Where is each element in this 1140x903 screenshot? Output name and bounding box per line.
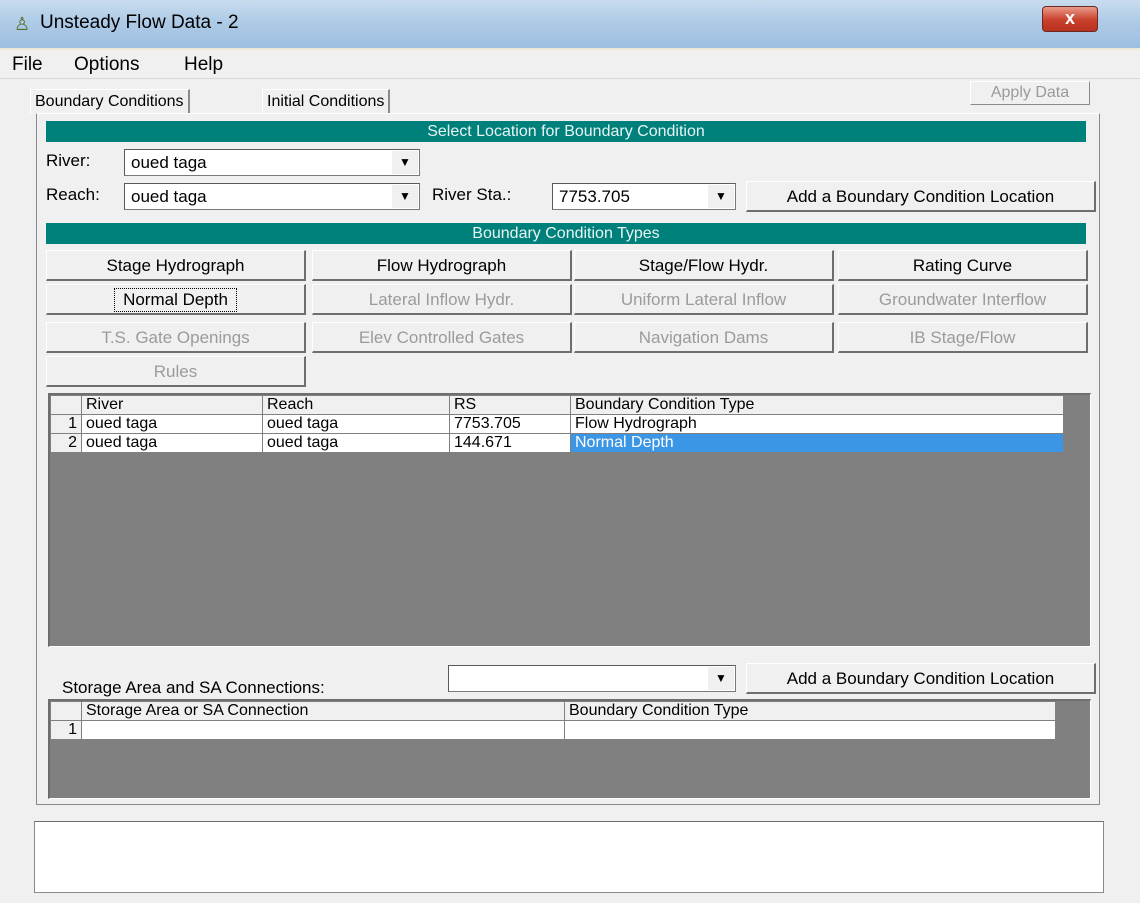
hec-ras-app-icon: ♙ (14, 14, 31, 34)
normal-depth-button[interactable]: Normal Depth (46, 284, 306, 315)
cell-reach[interactable]: oued taga (262, 414, 450, 434)
table-header-row: River Reach RS Boundary Condition Type (50, 395, 1064, 415)
elev-controlled-gates-button[interactable]: Elev Controlled Gates (312, 322, 572, 353)
river-select[interactable]: oued taga ▼ (124, 149, 420, 176)
table-row[interactable]: 1 (50, 720, 1056, 740)
cell-rs[interactable]: 7753.705 (449, 414, 571, 434)
header-corner (50, 701, 82, 721)
message-box (34, 821, 1104, 893)
stage-flow-hydr-button[interactable]: Stage/Flow Hydr. (574, 250, 834, 281)
types-header: Boundary Condition Types (46, 223, 1086, 244)
header-bc-type: Boundary Condition Type (564, 701, 1056, 721)
table-row[interactable]: 1 oued taga oued taga 7753.705 Flow Hydr… (50, 414, 1064, 434)
add-storage-location-button[interactable]: Add a Boundary Condition Location (746, 663, 1096, 694)
cell-river[interactable]: oued taga (81, 433, 263, 453)
header-river: River (81, 395, 263, 415)
header-reach: Reach (262, 395, 450, 415)
cell-storage-area[interactable] (81, 720, 565, 740)
cell-rs[interactable]: 144.671 (449, 433, 571, 453)
river-value: oued taga (131, 153, 207, 172)
storage-area-select[interactable]: ▼ (448, 665, 736, 692)
river-station-value: 7753.705 (559, 187, 630, 206)
unsteady-flow-window: ♙ Unsteady Flow Data - 2 x File Options … (0, 0, 1140, 903)
menu-help[interactable]: Help (184, 54, 223, 76)
rating-curve-button[interactable]: Rating Curve (838, 250, 1088, 281)
menu-options[interactable]: Options (74, 54, 139, 76)
row-number: 1 (50, 414, 82, 434)
rules-button[interactable]: Rules (46, 356, 306, 387)
reach-value: oued taga (131, 187, 207, 206)
navigation-dams-button[interactable]: Navigation Dams (574, 322, 834, 353)
chevron-down-icon[interactable]: ▼ (707, 185, 734, 208)
bc-table[interactable]: River Reach RS Boundary Condition Type 1… (48, 393, 1091, 647)
chevron-down-icon[interactable]: ▼ (707, 667, 734, 690)
tab-initial-conditions[interactable]: Initial Conditions (262, 89, 391, 114)
header-corner (50, 395, 82, 415)
menu-file[interactable]: File (12, 54, 43, 76)
row-number: 1 (50, 720, 82, 740)
bc-grid: River Reach RS Boundary Condition Type 1… (50, 395, 1064, 453)
normal-depth-label: Normal Depth (114, 288, 237, 312)
storage-grid: Storage Area or SA Connection Boundary C… (50, 701, 1056, 740)
river-station-label: River Sta.: (432, 185, 512, 204)
stage-hydrograph-button[interactable]: Stage Hydrograph (46, 250, 306, 281)
cell-bc-type[interactable] (564, 720, 1056, 740)
cell-bc-type[interactable]: Flow Hydrograph (570, 414, 1064, 434)
apply-data-button[interactable]: Apply Data (970, 81, 1090, 105)
river-station-select[interactable]: 7753.705 ▼ (552, 183, 736, 210)
close-button[interactable]: x (1042, 6, 1098, 32)
menu-bar: File Options Help (0, 50, 1140, 79)
header-bc-type: Boundary Condition Type (570, 395, 1064, 415)
ib-stage-flow-button[interactable]: IB Stage/Flow (838, 322, 1088, 353)
table-header-row: Storage Area or SA Connection Boundary C… (50, 701, 1056, 721)
chevron-down-icon[interactable]: ▼ (391, 151, 418, 174)
title-bar: ♙ Unsteady Flow Data - 2 x (0, 0, 1140, 48)
table-row[interactable]: 2 oued taga oued taga 144.671 Normal Dep… (50, 433, 1064, 453)
cell-bc-type-selected[interactable]: Normal Depth (570, 433, 1064, 453)
location-header: Select Location for Boundary Condition (46, 121, 1086, 142)
reach-select[interactable]: oued taga ▼ (124, 183, 420, 210)
ts-gate-openings-button[interactable]: T.S. Gate Openings (46, 322, 306, 353)
uniform-lateral-inflow-button[interactable]: Uniform Lateral Inflow (574, 284, 834, 315)
river-label: River: (46, 151, 91, 170)
storage-table[interactable]: Storage Area or SA Connection Boundary C… (48, 699, 1091, 799)
tab-boundary-conditions[interactable]: Boundary Conditions (30, 89, 190, 114)
cell-reach[interactable]: oued taga (262, 433, 450, 453)
header-rs: RS (449, 395, 571, 415)
lateral-inflow-hydr-button[interactable]: Lateral Inflow Hydr. (312, 284, 572, 315)
reach-label: Reach: (46, 185, 100, 204)
header-storage-area: Storage Area or SA Connection (81, 701, 565, 721)
client-area: Boundary Conditions Initial Conditions A… (0, 79, 1140, 903)
window-title: Unsteady Flow Data - 2 (40, 12, 239, 33)
storage-area-label: Storage Area and SA Connections: (62, 678, 325, 697)
groundwater-interflow-button[interactable]: Groundwater Interflow (838, 284, 1088, 315)
flow-hydrograph-button[interactable]: Flow Hydrograph (312, 250, 572, 281)
row-number: 2 (50, 433, 82, 453)
add-location-button[interactable]: Add a Boundary Condition Location (746, 181, 1096, 212)
cell-river[interactable]: oued taga (81, 414, 263, 434)
chevron-down-icon[interactable]: ▼ (391, 185, 418, 208)
